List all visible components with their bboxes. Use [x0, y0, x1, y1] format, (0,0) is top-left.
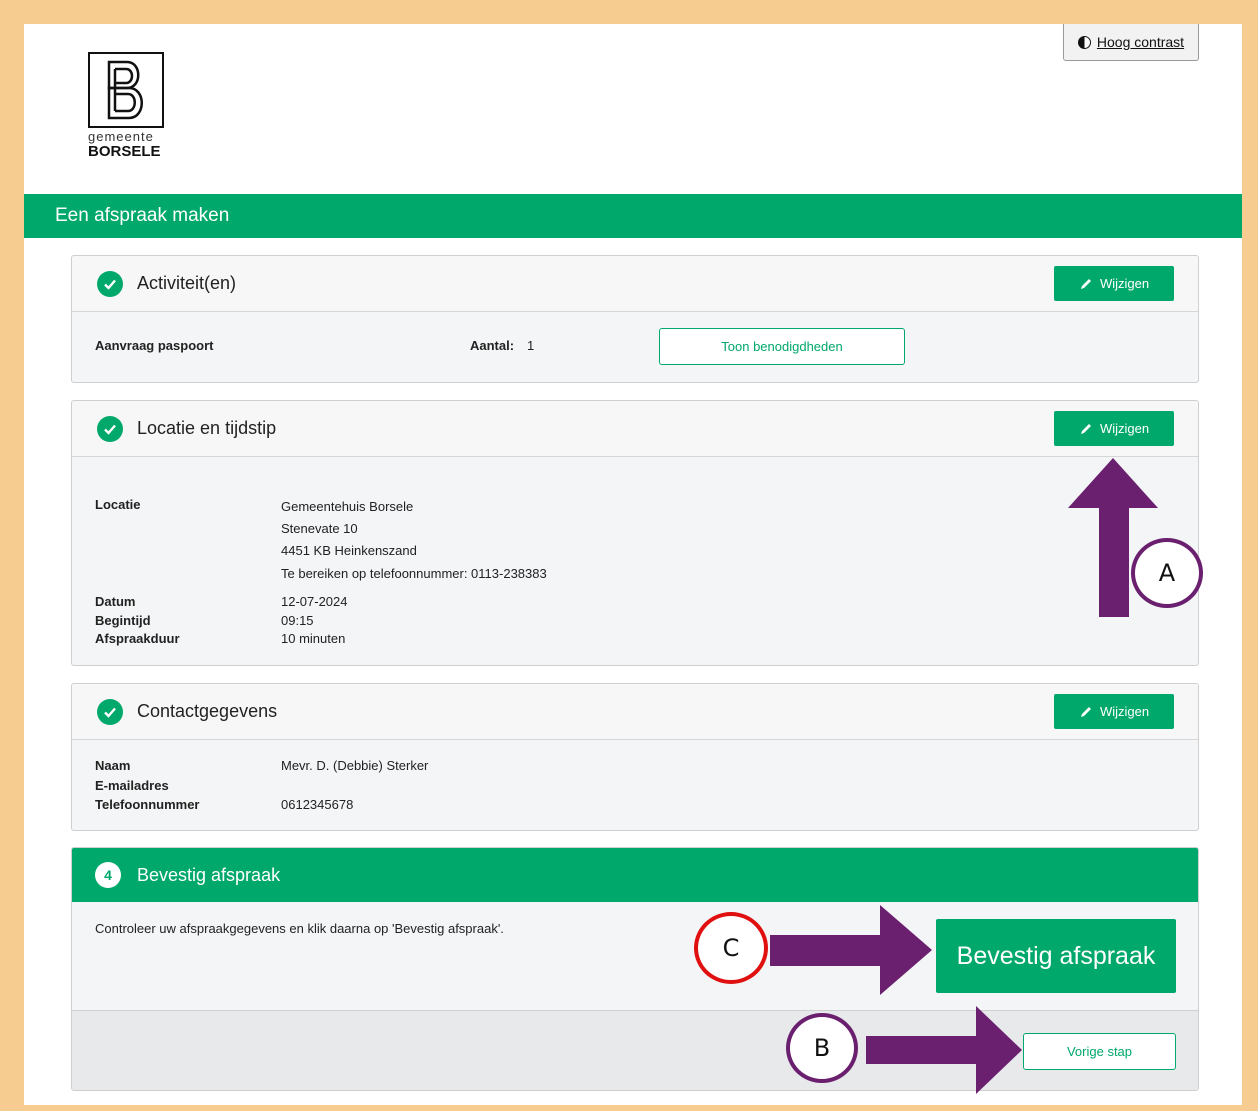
edit-activities-button[interactable]: Wijzigen	[1054, 266, 1174, 301]
show-requirements-button[interactable]: Toon benodigdheden	[659, 328, 905, 365]
previous-step-button[interactable]: Vorige stap	[1023, 1033, 1176, 1070]
confirm-card: 4 Bevestig afspraak Controleer uw afspra…	[71, 847, 1199, 1091]
logo-mark-icon	[88, 52, 164, 128]
location-line: Te bereiken op telefoonnummer: 0113-2383…	[281, 566, 547, 581]
check-icon	[97, 698, 123, 725]
location-card: Locatie en tijdstip Wijzigen Locatie Gem…	[71, 400, 1199, 666]
contact-header: Contactgegevens Wijzigen	[72, 684, 1198, 740]
pencil-icon	[1080, 706, 1091, 717]
location-line: Gemeentehuis Borsele	[281, 499, 414, 514]
name-value: Mevr. D. (Debbie) Sterker	[281, 758, 429, 773]
confirm-header: 4 Bevestig afspraak	[72, 848, 1198, 902]
edit-location-label: Wijzigen	[1099, 421, 1150, 436]
confirm-appointment-button[interactable]: Bevestig afspraak	[936, 919, 1176, 993]
activities-card: Activiteit(en) Wijzigen Aanvraag paspoor…	[71, 255, 1199, 383]
location-line: Stenevate 10	[281, 521, 358, 536]
count-label: Aantal:	[470, 338, 515, 353]
high-contrast-label: Hoog contrast	[1096, 34, 1185, 50]
location-label: Locatie	[95, 497, 141, 512]
date-value: 12-07-2024	[281, 594, 348, 609]
logo-name: BORSELE	[88, 143, 161, 160]
duration-value: 10 minuten	[281, 631, 346, 646]
edit-contact-label: Wijzigen	[1099, 704, 1150, 719]
activity-name: Aanvraag paspoort	[95, 338, 214, 353]
borsele-logo[interactable]: gemeente BORSELE	[88, 52, 170, 160]
check-icon	[97, 270, 123, 297]
pencil-icon	[1080, 278, 1091, 289]
activities-title: Activiteit(en)	[137, 273, 237, 293]
confirm-title: Bevestig afspraak	[137, 864, 281, 885]
phone-label: Telefoonnummer	[95, 797, 200, 812]
logo-prefix: gemeente	[88, 129, 154, 144]
email-label: E-mailadres	[95, 778, 169, 793]
confirm-instruction: Controleer uw afspraakgegevens en klik d…	[95, 921, 504, 936]
page: gemeente BORSELE Hoog contrast Een afspr…	[24, 24, 1242, 1105]
location-title: Locatie en tijdstip	[137, 418, 277, 438]
contact-title: Contactgegevens	[137, 701, 278, 721]
count-value: 1	[527, 338, 535, 353]
pencil-icon	[1080, 423, 1091, 434]
location-header: Locatie en tijdstip Wijzigen	[72, 401, 1198, 457]
start-value: 09:15	[281, 613, 314, 628]
page-title: Een afspraak maken	[24, 194, 1242, 238]
high-contrast-button[interactable]: Hoog contrast	[1063, 24, 1199, 61]
name-label: Naam	[95, 758, 131, 773]
phone-value: 0612345678	[281, 797, 354, 812]
contrast-icon	[1077, 35, 1091, 49]
step-number: 4	[95, 862, 121, 888]
duration-label: Afspraakduur	[95, 631, 180, 646]
edit-contact-button[interactable]: Wijzigen	[1054, 694, 1174, 729]
edit-location-button[interactable]: Wijzigen	[1054, 411, 1174, 446]
edit-activities-label: Wijzigen	[1099, 276, 1150, 291]
check-icon	[97, 415, 123, 442]
contact-card: Contactgegevens Wijzigen Naam Mevr. D. (…	[71, 683, 1199, 831]
card-footer: Vorige stap	[72, 1010, 1198, 1090]
activities-header: Activiteit(en) Wijzigen	[72, 256, 1198, 312]
date-label: Datum	[95, 594, 136, 609]
location-line: 4451 KB Heinkenszand	[281, 543, 417, 558]
start-label: Begintijd	[95, 613, 151, 628]
